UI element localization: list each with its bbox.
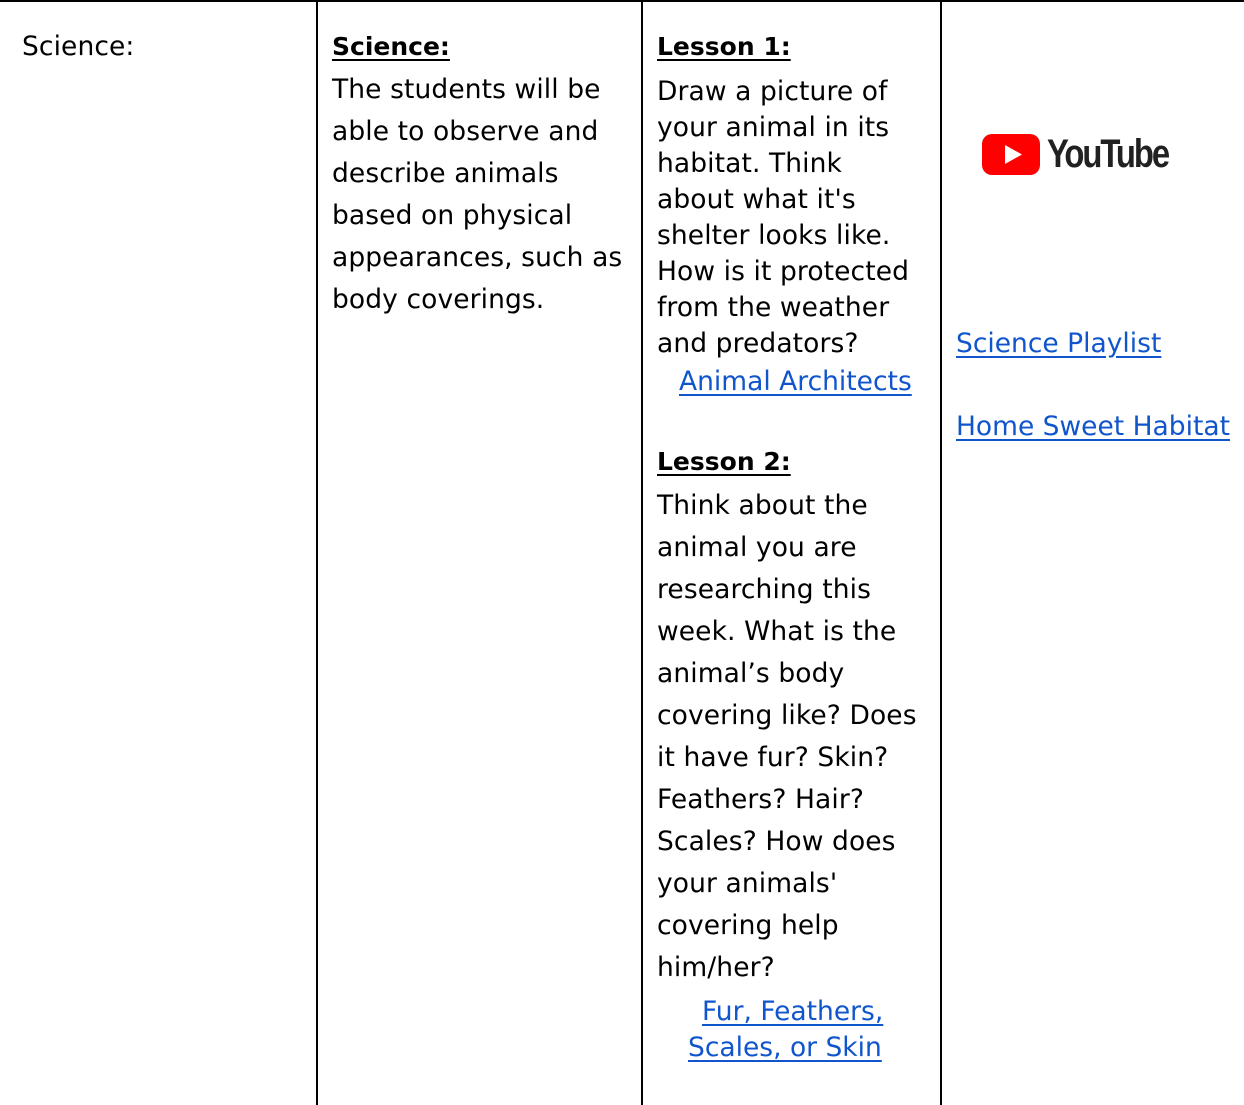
objective-line: appearances, such as (332, 242, 623, 273)
lesson-1-line: and predators? (657, 328, 859, 359)
lesson-2-line: him/her? (657, 952, 775, 983)
lesson-2-line: it have fur? Skin? (657, 742, 889, 773)
lesson-2-heading: Lesson 2: (657, 447, 791, 476)
lesson-2-line: researching this (657, 574, 872, 605)
objective-line: The students will be (332, 74, 601, 105)
lesson-1-line: your animal in its (657, 112, 890, 143)
lessons-cell: Lesson 1: Draw a picture of your animal … (643, 0, 940, 1105)
objective-line: based on physical (332, 200, 573, 231)
lesson-2-line: animal’s body (657, 658, 845, 689)
objective-line: describe animals (332, 158, 559, 189)
lesson-2-line: Think about the (657, 490, 868, 521)
objective-line: able to observe and (332, 116, 599, 147)
lesson-1-line: from the weather (657, 292, 890, 323)
home-sweet-habitat-link[interactable]: Home Sweet Habitat (956, 411, 1230, 442)
objective-cell: Science: The students will be able to ob… (318, 0, 641, 1105)
lesson-2-line: Scales? How does (657, 826, 896, 857)
animal-architects-link[interactable]: Animal Architects (679, 366, 912, 397)
objective-line: body coverings. (332, 284, 545, 315)
lesson-1-line: about what it's (657, 184, 856, 215)
subject-label: Science: (22, 31, 135, 62)
lesson-2-line: animal you are (657, 532, 857, 563)
lesson-1-line: Draw a picture of (657, 76, 888, 107)
youtube-logo: YouTube (982, 133, 1195, 175)
science-playlist-link[interactable]: Science Playlist (956, 328, 1161, 359)
lesson-plan-table: Science: Science: The students will be a… (0, 0, 1244, 1105)
lesson-2-line: your animals' (657, 868, 838, 899)
fur-feathers-scales-skin-link[interactable]: Fur, Feathers, (702, 996, 883, 1027)
lesson-2-line: Feathers? Hair? (657, 784, 865, 815)
subject-cell: Science: (0, 0, 316, 1105)
lesson-2-line: covering like? Does (657, 700, 917, 731)
lesson-1-line: habitat. Think (657, 148, 842, 179)
lesson-1-heading: Lesson 1: (657, 32, 791, 61)
fur-feathers-scales-skin-link[interactable]: Scales, or Skin (688, 1032, 882, 1063)
objective-heading: Science: (332, 32, 450, 61)
lesson-1-line: shelter looks like. (657, 220, 891, 251)
lesson-1-line: How is it protected (657, 256, 910, 287)
lesson-2-line: week. What is the (657, 616, 897, 647)
lesson-2-line: covering help (657, 910, 839, 941)
youtube-play-icon (982, 133, 1040, 175)
youtube-wordmark: YouTube (1047, 132, 1170, 176)
